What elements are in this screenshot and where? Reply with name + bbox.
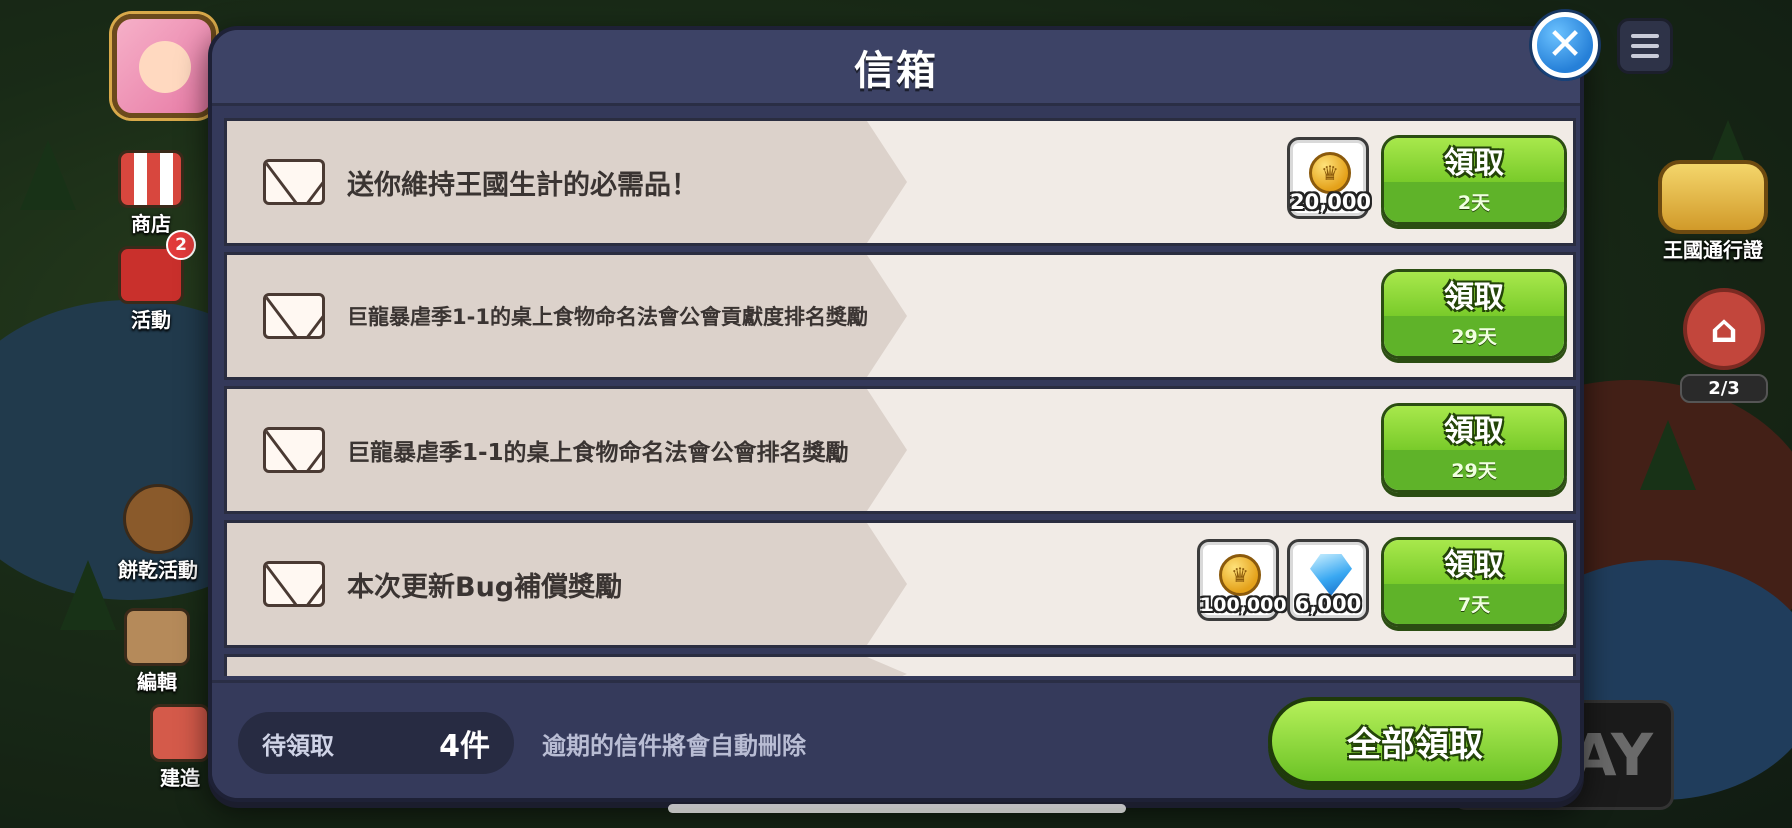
build-label: 建造 bbox=[160, 766, 200, 790]
days-left: 2天 bbox=[1457, 192, 1491, 215]
event-button[interactable]: 活動 bbox=[118, 246, 184, 333]
move-icon bbox=[124, 608, 190, 666]
menu-line bbox=[1631, 34, 1659, 38]
mail-item[interactable]: 巨龍暴虐季1-1的桌上食物命名法會公會排名獎勵 領取 29天 bbox=[224, 386, 1576, 514]
pending-box: 待領取 4件 bbox=[238, 712, 514, 774]
reward-coin[interactable]: ♛ 100,000 bbox=[1197, 539, 1287, 621]
claim-label: 領取 bbox=[1444, 279, 1504, 315]
edit-label: 編輯 bbox=[137, 670, 177, 694]
cookie-event-button[interactable]: 餅乾活動 bbox=[118, 484, 198, 583]
mailbox-modal: 信箱 送你維持王國生計的必需品！ ♛ 20,000 領取 2天 巨龍暴虐季1-1… bbox=[208, 26, 1584, 802]
mail-list[interactable]: 送你維持王國生計的必需品！ ♛ 20,000 領取 2天 巨龍暴虐季1-1的桌上… bbox=[224, 118, 1576, 676]
house-button[interactable]: ⌂ 2/3 bbox=[1680, 288, 1768, 403]
claim-label: 領取 bbox=[1444, 413, 1504, 449]
mail-item[interactable]: 巨龍暴虐季1-1的桌上食物命名法會公會貢獻度排名獎勵 領取 29天 bbox=[224, 252, 1576, 380]
days-left: 7天 bbox=[1457, 594, 1491, 617]
claim-all-label: 全部領取 bbox=[1347, 724, 1483, 765]
menu-line bbox=[1631, 44, 1659, 48]
days-left: 29天 bbox=[1451, 460, 1497, 483]
envelope-icon bbox=[263, 293, 325, 339]
event-label: 活動 bbox=[131, 308, 171, 332]
envelope-icon bbox=[263, 427, 325, 473]
mail-title: 巨龍暴虐季1-1的桌上食物命名法會公會排名獎勵 bbox=[347, 440, 849, 466]
gem-icon bbox=[1310, 554, 1352, 596]
gingerbread-icon bbox=[123, 484, 193, 554]
mail-title: 巨龍暴虐季1-1的桌上食物命名法會公會貢獻度排名獎勵 bbox=[347, 305, 868, 329]
mail-item[interactable]: 送你維持王國生計的必需品！ ♛ 20,000 領取 2天 bbox=[224, 118, 1576, 246]
pending-label: 待領取 bbox=[262, 731, 334, 760]
pending-count: 4件 bbox=[439, 729, 490, 764]
build-icon bbox=[150, 704, 210, 762]
mail-title: 本次更新Bug補償獎勵 bbox=[347, 571, 623, 603]
mail-title: 送你維持王國生計的必需品！ bbox=[347, 169, 698, 201]
claim-button[interactable]: 領取 29天 bbox=[1381, 403, 1567, 493]
reward-amount: 6,000 bbox=[1294, 592, 1362, 616]
player-avatar[interactable] bbox=[112, 14, 216, 118]
mail-item[interactable] bbox=[224, 654, 1576, 676]
reward-amount: 20,000 bbox=[1290, 190, 1372, 214]
hamburger-menu-button[interactable] bbox=[1617, 18, 1673, 74]
house-icon: ⌂ bbox=[1683, 288, 1765, 370]
claim-label: 領取 bbox=[1444, 547, 1504, 583]
envelope-icon bbox=[263, 159, 325, 205]
envelope-icon bbox=[263, 561, 325, 607]
coin-icon: ♛ bbox=[1219, 554, 1261, 596]
days-left: 29天 bbox=[1451, 326, 1497, 349]
claim-all-button[interactable]: 全部領取 bbox=[1268, 697, 1562, 785]
edit-button[interactable]: 編輯 bbox=[124, 608, 190, 695]
crown-wings-icon bbox=[1658, 160, 1768, 234]
house-count: 2/3 bbox=[1680, 374, 1768, 403]
claim-button[interactable]: 領取 29天 bbox=[1381, 269, 1567, 359]
avatar-face bbox=[139, 41, 191, 93]
reward-gem[interactable]: 6,000 bbox=[1287, 539, 1369, 621]
menu-line bbox=[1631, 54, 1659, 58]
shop-label: 商店 bbox=[131, 212, 171, 236]
claim-button[interactable]: 領取 7天 bbox=[1381, 537, 1567, 627]
modal-title: 信箱 bbox=[854, 47, 938, 94]
claim-button[interactable]: 領取 2天 bbox=[1381, 135, 1567, 225]
close-icon[interactable]: ✕ bbox=[1532, 12, 1598, 78]
mail-item[interactable]: 本次更新Bug補償獎勵 ♛ 100,000 6,000 領取 7天 bbox=[224, 520, 1576, 648]
reward-amount: 100,000 bbox=[1200, 594, 1287, 616]
modal-header: 信箱 bbox=[212, 30, 1580, 106]
expire-note: 逾期的信件將會自動刪除 bbox=[542, 731, 806, 760]
claim-label: 領取 bbox=[1444, 145, 1504, 181]
kingdom-pass-button[interactable]: 王國通行證 bbox=[1648, 160, 1778, 263]
mail-tag bbox=[227, 657, 907, 676]
modal-footer: 待領取 4件 逾期的信件將會自動刪除 全部領取 bbox=[212, 680, 1580, 798]
home-indicator[interactable] bbox=[668, 804, 1126, 813]
cookie-event-label: 餅乾活動 bbox=[118, 558, 198, 582]
build-button[interactable]: 建造 bbox=[150, 704, 210, 791]
event-badge: 2 bbox=[166, 230, 196, 260]
shop-button[interactable]: 商店 bbox=[118, 150, 184, 237]
reward-coin[interactable]: ♛ 20,000 bbox=[1287, 137, 1372, 219]
kingdom-pass-label: 王國通行證 bbox=[1663, 238, 1763, 262]
shop-icon bbox=[118, 150, 184, 208]
coin-icon: ♛ bbox=[1309, 152, 1351, 194]
